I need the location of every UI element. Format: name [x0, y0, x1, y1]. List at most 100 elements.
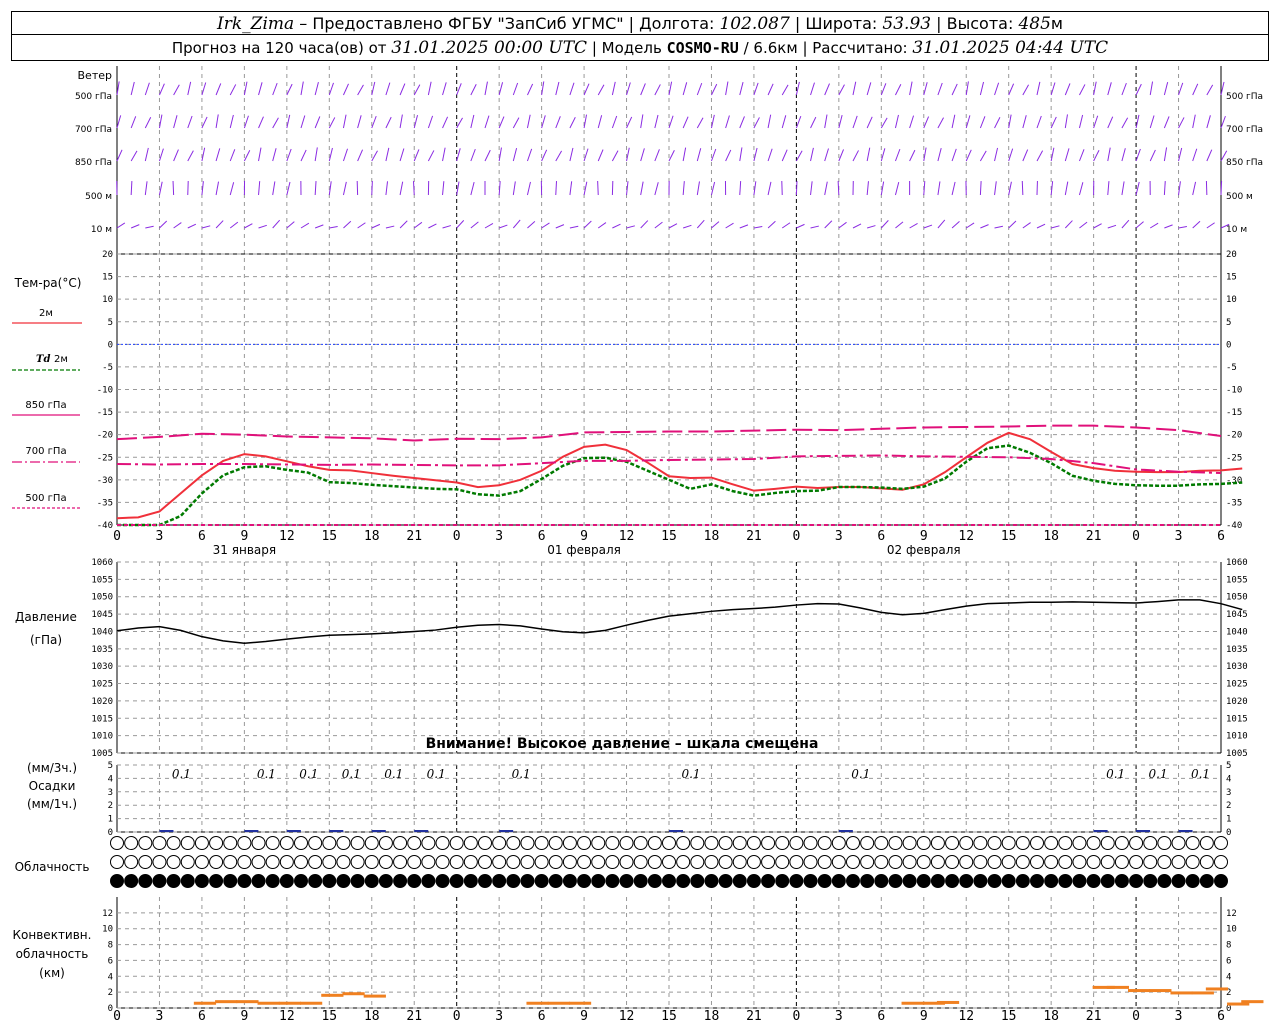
pressure-warning: Внимание! Высокое давление – шкала смеще…	[426, 736, 819, 752]
x-tick-label: 0	[792, 529, 800, 544]
wind-barb	[385, 181, 389, 196]
wind-barb	[1192, 114, 1196, 129]
wind-barb	[569, 117, 576, 129]
wind-barb	[215, 220, 224, 229]
pressure-tick-label: 1005	[91, 749, 113, 759]
wind-barb	[541, 149, 548, 162]
y-tick-label: 0	[108, 340, 113, 350]
wind-barb	[329, 226, 338, 229]
precip-bar	[329, 830, 344, 832]
wind-barb	[229, 221, 239, 229]
pressure-tick-label-right: 1035	[1226, 645, 1248, 655]
wind-barb	[611, 115, 618, 129]
wind-barb	[258, 147, 262, 162]
cloud-symbol	[138, 836, 153, 850]
cloud-symbol	[1058, 855, 1073, 869]
y-tick-label: -25	[97, 453, 113, 463]
conv-tick-label: 10	[102, 925, 113, 935]
x-tick-label: 0	[113, 1009, 121, 1024]
wind-barb	[442, 116, 449, 129]
wind-barb	[1206, 222, 1215, 229]
x-tick-label: 15	[661, 1009, 677, 1024]
cloud-symbol	[435, 836, 450, 850]
cloud-symbol	[251, 836, 266, 850]
wind-barb	[272, 82, 278, 96]
pressure-tick-label-right: 1045	[1226, 610, 1248, 620]
precip-value-label: 0.1	[1106, 767, 1125, 781]
wind-barb	[116, 149, 123, 162]
cloud-symbol	[194, 855, 209, 869]
wind-barb	[810, 82, 815, 96]
cloud-symbol	[676, 874, 691, 888]
cloud-symbol	[1001, 874, 1016, 888]
cloud-symbol	[548, 836, 563, 850]
x-tick-label: 21	[1086, 1009, 1102, 1024]
wind-barb	[1093, 150, 1100, 162]
conv-tick-label: 8	[108, 941, 113, 951]
precip-tick-label-right: 4	[1226, 774, 1231, 784]
wind-barb	[696, 82, 703, 96]
wind-barb	[1022, 222, 1031, 229]
cloud-symbol	[987, 855, 1002, 869]
cloud-title: Облачность	[15, 860, 90, 874]
cloud-symbol	[506, 836, 521, 850]
wind-barb	[994, 117, 1001, 129]
conv-bar	[1191, 991, 1214, 995]
wind-barb	[640, 148, 645, 162]
wind-barb	[965, 115, 971, 129]
wind-barb	[343, 83, 349, 96]
pressure-tick-label: 1050	[91, 593, 113, 603]
wind-barb	[852, 223, 862, 229]
conv-bar	[278, 1001, 301, 1005]
wind-barb	[243, 115, 249, 129]
wind-barb	[810, 225, 819, 229]
wind-barb	[569, 147, 574, 162]
cloud-symbol	[463, 836, 478, 850]
x-tick-label: 6	[1217, 1009, 1225, 1024]
cloud-symbol	[1185, 855, 1200, 869]
wind-barb	[654, 149, 660, 162]
cloud-symbol	[463, 874, 478, 888]
wind-level-label: 500 гПа	[75, 92, 112, 102]
x-tick-label: 18	[704, 529, 720, 544]
wind-barb	[739, 116, 745, 129]
x-tick-label: 18	[364, 529, 380, 544]
wind-barb	[682, 224, 692, 229]
wind-barb	[399, 220, 408, 229]
cloud-symbol	[732, 855, 747, 869]
conv-tick-label-right: 6	[1226, 956, 1231, 966]
wind-barb	[1178, 117, 1185, 129]
conv-bar	[342, 992, 365, 996]
cloud-symbol	[732, 836, 747, 850]
wind-barb	[994, 225, 1003, 229]
wind-barb	[498, 181, 501, 196]
wind-barb	[342, 114, 347, 129]
x-tick-label: 21	[746, 1009, 762, 1024]
cloud-symbol	[746, 874, 761, 888]
cloud-symbol	[1214, 874, 1228, 888]
wind-barb	[696, 148, 702, 162]
day-label: 31 января	[213, 543, 276, 557]
cloud-symbol	[959, 855, 974, 869]
cloud-symbol	[973, 874, 988, 888]
wind-barb	[526, 181, 531, 196]
wind-barb	[810, 181, 813, 196]
wind-barb	[1135, 148, 1141, 162]
cloud-symbol	[110, 855, 124, 869]
cloud-symbol	[534, 874, 549, 888]
wind-barb	[895, 84, 902, 96]
wind-barb	[979, 81, 985, 96]
precip-tick-label: 5	[108, 761, 113, 771]
wind-barb	[357, 222, 366, 229]
day-label: 02 февраля	[887, 543, 961, 557]
precip-bar	[1136, 830, 1151, 832]
x-tick-label: 6	[198, 1009, 206, 1024]
cloud-symbol	[223, 836, 238, 850]
cloud-symbol	[449, 874, 464, 888]
cloud-symbol	[209, 855, 224, 869]
wind-barb	[555, 116, 561, 129]
wind-barb	[144, 181, 148, 196]
cloud-symbol	[322, 836, 337, 850]
wind-barb	[668, 223, 678, 229]
cloud-symbol	[407, 836, 422, 850]
